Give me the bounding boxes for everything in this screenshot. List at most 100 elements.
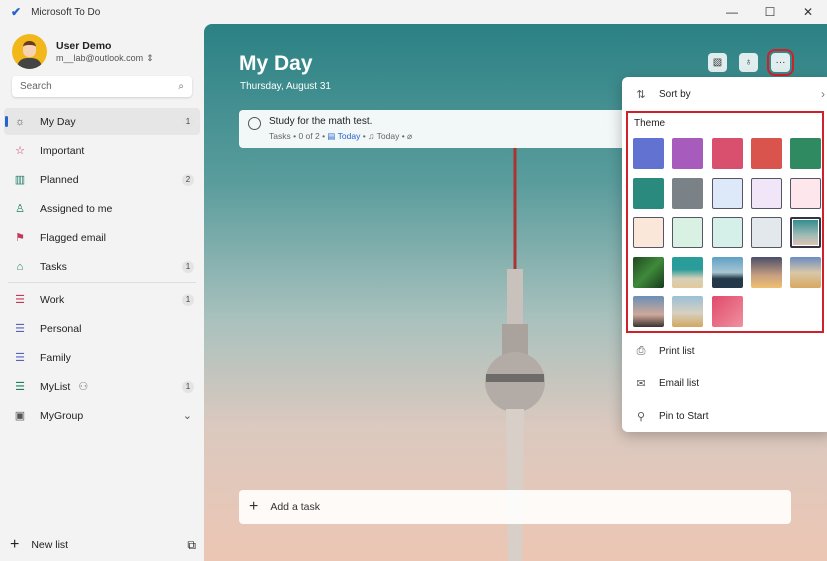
avatar	[12, 34, 47, 69]
sidebar-item-important[interactable]: ☆ Important	[4, 137, 200, 164]
add-task-placeholder: Add a task	[270, 501, 320, 513]
user-name: User Demo	[56, 39, 112, 52]
sort-icon: ⇅	[636, 88, 646, 101]
suggestions-button[interactable]: ♁	[739, 53, 758, 72]
plus-icon: +	[249, 498, 259, 515]
title-bar: ✔ Microsoft To Do — ☐ ✕	[0, 0, 827, 24]
add-task-input[interactable]: + Add a task	[239, 490, 791, 524]
sidebar-item-flagged-email[interactable]: ⚑ Flagged email	[4, 224, 200, 251]
pin-label: Pin to Start	[659, 410, 709, 422]
background-button[interactable]: ▧	[708, 53, 727, 72]
printer-icon: ⎙	[636, 344, 646, 357]
theme-swatch-lighthouse[interactable]	[633, 296, 664, 327]
email-list-item[interactable]: ✉ Email list	[622, 369, 827, 397]
print-list-item[interactable]: ⎙ Print list	[622, 337, 827, 365]
sidebar-item-label: Work	[40, 293, 65, 306]
theme-swatch-color[interactable]	[672, 217, 704, 248]
account-switcher[interactable]: User Demo m__lab@outlook.com ⇕	[12, 34, 154, 69]
ellipsis-icon: ···	[775, 57, 786, 68]
maximize-button[interactable]: ☐	[751, 0, 789, 24]
search-input[interactable]: Search ⌕	[12, 76, 192, 97]
sidebar-item-work[interactable]: ☰ Work 1	[4, 286, 200, 313]
theme-swatch-color[interactable]	[672, 138, 704, 169]
star-icon: ☆	[15, 145, 25, 157]
sidebar-item-label: MyList	[40, 380, 71, 393]
theme-swatch-color[interactable]	[711, 177, 743, 209]
sort-by-label: Sort by	[659, 88, 691, 100]
home-icon: ⌂	[16, 260, 24, 273]
theme-title: Theme	[634, 118, 666, 129]
item-count: 1	[182, 260, 194, 273]
user-email: m__lab@outlook.com	[56, 52, 144, 63]
pin-to-start-item[interactable]: ⚲ Pin to Start	[622, 402, 827, 430]
minimize-button[interactable]: —	[713, 0, 751, 24]
theme-swatch-color[interactable]	[711, 138, 743, 169]
theme-swatch-color[interactable]	[790, 138, 822, 169]
task-title: Study for the math test.	[269, 116, 373, 127]
more-options-menu: ⇅ Sort by › Theme ⎙ Print list ✉ Email list …	[622, 77, 827, 432]
sidebar-item-tasks[interactable]: ⌂ Tasks 1	[4, 253, 200, 280]
task-reminder: Today	[376, 131, 400, 141]
theme-swatch-lake[interactable]	[711, 256, 743, 288]
image-icon: ▧	[712, 57, 723, 68]
attachment-icon: ⌀	[407, 131, 413, 141]
new-list-label: New list	[31, 539, 69, 551]
new-group-icon[interactable]: ⧉	[187, 538, 196, 553]
sidebar-item-assigned-to-me[interactable]: ♙ Assigned to me	[4, 195, 200, 222]
sidebar-item-family[interactable]: ☰ Family	[4, 344, 200, 371]
theme-swatch-color[interactable]	[750, 217, 782, 248]
list-icon: ☰	[15, 294, 25, 306]
app-check-icon: ✔	[11, 5, 22, 19]
item-count: 1	[182, 293, 194, 306]
sidebar-item-personal[interactable]: ☰ Personal	[4, 315, 200, 342]
task-list: Tasks	[269, 131, 291, 141]
page-date: Thursday, August 31	[240, 81, 331, 92]
page-title: My Day	[239, 52, 313, 75]
item-count: 1	[182, 115, 194, 128]
theme-swatch-color[interactable]	[672, 177, 704, 209]
theme-swatch-palm[interactable]	[633, 256, 664, 288]
item-count: 1	[182, 380, 194, 393]
plus-icon: +	[10, 536, 20, 553]
list-icon: ☰	[15, 381, 25, 393]
task-due: Today	[337, 131, 361, 141]
theme-swatch-color[interactable]	[633, 138, 664, 169]
more-options-button[interactable]: ···	[767, 49, 794, 76]
sidebar: User Demo m__lab@outlook.com ⇕ Search ⌕ ☼ M…	[0, 24, 204, 561]
calendar-icon: ▤	[327, 131, 336, 141]
sidebar-item-label: Tasks	[40, 260, 67, 273]
theme-swatch-color[interactable]	[750, 138, 782, 169]
sort-by-item[interactable]: ⇅ Sort by ›	[622, 80, 827, 108]
theme-swatch-color[interactable]	[711, 217, 743, 248]
theme-swatch-sunset[interactable]	[750, 256, 782, 288]
task-item[interactable]: Study for the math test. Tasks • 0 of 2 …	[239, 110, 639, 148]
theme-swatch-beach[interactable]	[672, 256, 704, 288]
group-icon: ▣	[14, 410, 26, 422]
sidebar-item-label: Planned	[40, 173, 79, 186]
sidebar-item-label: Important	[40, 144, 85, 157]
sidebar-item-my-day[interactable]: ☼ My Day 1	[4, 108, 200, 135]
sidebar-item-label: Assigned to me	[40, 202, 113, 215]
theme-swatch-pink[interactable]	[711, 296, 743, 327]
sidebar-item-mylist[interactable]: ☰ MyList ⚇ 1	[4, 373, 200, 400]
theme-swatch-tower[interactable]	[790, 217, 822, 248]
chevron-right-icon: ›	[821, 87, 825, 101]
new-list-button[interactable]: + New list ⧉	[10, 536, 196, 554]
theme-swatch-color[interactable]	[633, 217, 664, 248]
sidebar-item-planned[interactable]: ▥ Planned 2	[4, 166, 200, 193]
task-steps: 0 of 2	[298, 131, 320, 141]
item-count: 2	[182, 173, 194, 186]
task-meta: Tasks • 0 of 2 • ▤ Today • ♫ Today • ⌀	[269, 131, 413, 141]
shared-icon: ⚇	[78, 381, 89, 393]
theme-swatch-color[interactable]	[750, 177, 782, 209]
theme-swatch-poppy[interactable]	[672, 296, 704, 327]
bell-icon: ♫	[368, 131, 375, 141]
theme-swatch-desert[interactable]	[790, 256, 822, 288]
calendar-icon: ▥	[14, 174, 26, 186]
expand-icon: ⇕	[146, 52, 154, 63]
complete-checkbox[interactable]	[248, 117, 261, 130]
theme-swatch-color[interactable]	[633, 177, 664, 209]
theme-swatch-color[interactable]	[790, 177, 822, 209]
sidebar-item-mygroup[interactable]: ▣ MyGroup ⌄	[4, 402, 200, 429]
close-button[interactable]: ✕	[789, 0, 827, 24]
